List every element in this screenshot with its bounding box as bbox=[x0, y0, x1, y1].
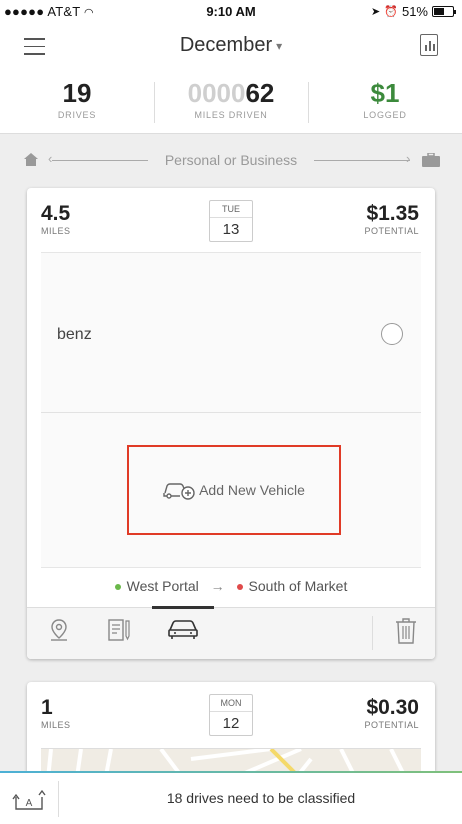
vehicle-selector: benz Add New Vehicle bbox=[41, 252, 421, 567]
add-car-icon bbox=[163, 483, 195, 500]
month-label: December bbox=[179, 34, 273, 56]
drive-miles: 1 MILES bbox=[41, 696, 71, 730]
notes-icon bbox=[108, 619, 130, 641]
svg-text:A: A bbox=[26, 798, 33, 809]
tab-location[interactable] bbox=[49, 618, 69, 647]
drive-date: MON 12 bbox=[209, 694, 253, 736]
miles-stat[interactable]: 000062 MILES DRIVEN bbox=[154, 72, 308, 133]
trash-icon bbox=[396, 618, 416, 644]
drives-count: 19 bbox=[62, 78, 92, 108]
auto-classify-icon[interactable]: A bbox=[12, 785, 46, 813]
drives-label: DRIVES bbox=[57, 110, 97, 120]
end-dot-icon bbox=[236, 584, 243, 591]
logged-label: LOGGED bbox=[363, 110, 407, 120]
report-icon[interactable] bbox=[420, 34, 438, 56]
delete-drive-button[interactable] bbox=[395, 618, 417, 649]
location-arrow-icon: ➤ bbox=[371, 6, 381, 18]
bottom-separator bbox=[58, 781, 59, 817]
miles-count: 000062 bbox=[187, 78, 275, 108]
drives-stat[interactable]: 19 DRIVES bbox=[0, 72, 154, 133]
tab-separator bbox=[372, 616, 373, 650]
route-arrow-icon: → bbox=[210, 578, 225, 594]
vehicle-radio[interactable] bbox=[381, 323, 403, 345]
drive-potential: $0.30 POTENTIAL bbox=[364, 696, 419, 730]
app-header: December ▾ bbox=[0, 22, 462, 72]
battery-icon bbox=[432, 6, 456, 17]
route-summary: West Portal → South of Market bbox=[41, 567, 421, 603]
stats-bar: 19 DRIVES 000062 MILES DRIVEN $1 LOGGED bbox=[0, 72, 462, 134]
briefcase-icon bbox=[422, 153, 440, 167]
drive-card[interactable]: 4.5 MILES TUE 13 $1.35 POTENTIAL benz Ad… bbox=[27, 188, 435, 659]
drive-potential: $1.35 POTENTIAL bbox=[364, 202, 419, 236]
classify-message: 18 drives need to be classified bbox=[166, 790, 356, 806]
right-arrow-head-icon: › bbox=[406, 151, 411, 166]
alarm-icon: ⏰ bbox=[384, 6, 398, 18]
logged-stat[interactable]: $1 LOGGED bbox=[308, 72, 462, 133]
tab-vehicle[interactable] bbox=[167, 618, 199, 645]
drive-miles: 4.5 MILES bbox=[41, 202, 71, 236]
status-right: ➤ ⏰ 51% bbox=[371, 4, 456, 19]
chevron-down-icon: ▾ bbox=[276, 38, 283, 53]
tab-notes[interactable] bbox=[107, 618, 131, 647]
classify-hint: ‹ Personal or Business › bbox=[0, 145, 462, 175]
route-start: West Portal bbox=[126, 578, 199, 594]
add-new-vehicle-button[interactable]: Add New Vehicle bbox=[127, 445, 341, 535]
logged-amount: $1 bbox=[370, 78, 400, 108]
right-arrow-line bbox=[314, 160, 410, 161]
route-end: South of Market bbox=[248, 578, 348, 594]
month-selector[interactable]: December ▾ bbox=[0, 34, 462, 57]
vehicle-option[interactable]: benz bbox=[41, 253, 421, 413]
classify-banner[interactable]: A 18 drives need to be classified bbox=[0, 771, 462, 824]
start-dot-icon bbox=[114, 584, 121, 591]
miles-label: MILES DRIVEN bbox=[194, 110, 268, 120]
vehicle-name: benz bbox=[57, 326, 92, 343]
battery-percent: 51% bbox=[401, 4, 428, 19]
add-vehicle-label: Add New Vehicle bbox=[199, 482, 305, 498]
car-icon bbox=[168, 620, 198, 639]
drive-date: TUE 13 bbox=[209, 200, 253, 242]
active-tab-indicator bbox=[152, 606, 214, 609]
status-bar: ●●●●● AT&T ◠ 9:10 AM ➤ ⏰ 51% bbox=[0, 0, 462, 22]
card-tabs bbox=[27, 606, 435, 659]
location-pin-icon bbox=[51, 619, 67, 641]
